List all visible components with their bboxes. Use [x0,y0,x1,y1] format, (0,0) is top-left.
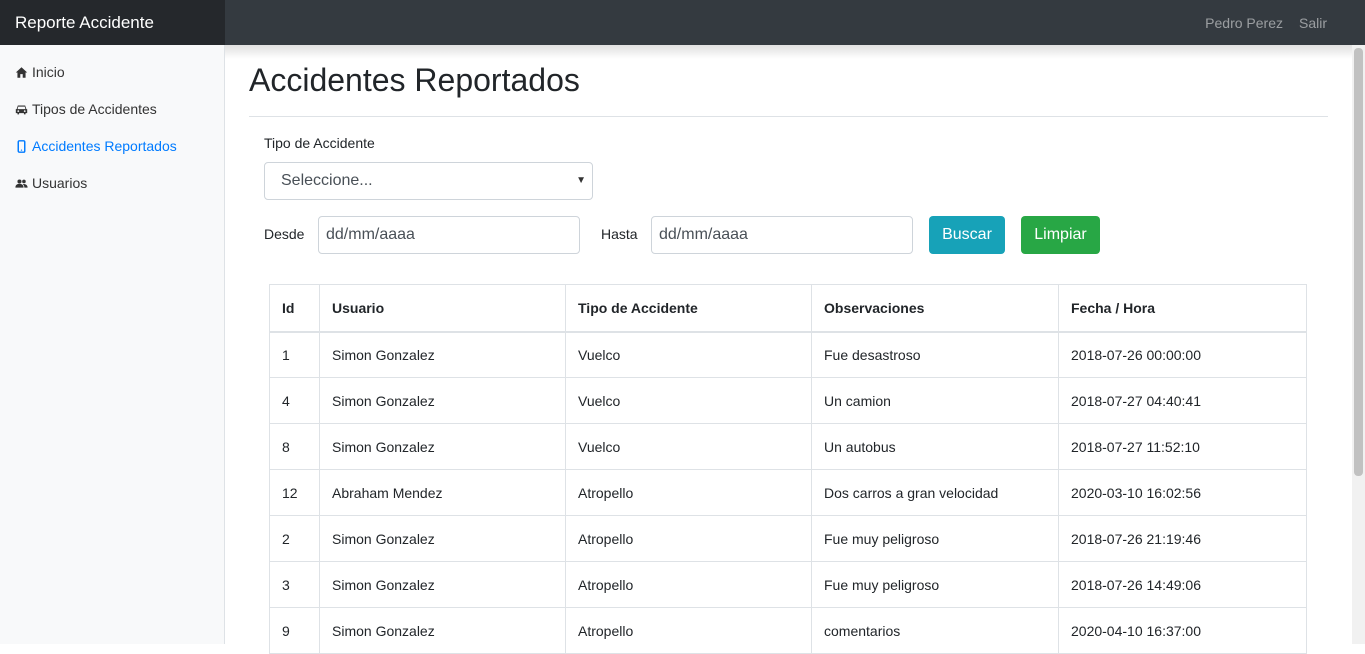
table-cell: Fue muy peligroso [811,561,1059,608]
table-cell: 9 [269,607,320,654]
brand[interactable]: Reporte Accidente [0,0,225,45]
logout-link[interactable]: Salir [1299,15,1327,31]
table-row: 12 Abraham Mendez Atropello Dos carros a… [269,469,1307,516]
accident-type-selected: Seleccione... [281,172,373,189]
table-cell: Dos carros a gran velocidad [811,469,1059,516]
sidebar-item-label: Inicio [32,64,65,80]
clear-button[interactable]: Limpiar [1021,216,1100,254]
table-cell: Simon Gonzalez [319,423,566,470]
page-scrollbar[interactable] [1352,45,1365,644]
table-cell: Simon Gonzalez [319,377,566,424]
sidebar-item-usuarios[interactable]: Usuarios [15,172,87,194]
top-navbar: Reporte Accidente Pedro Perez Salir [0,0,1365,45]
mobile-icon [15,139,28,153]
table-cell: Simon Gonzalez [319,515,566,562]
accidents-table-wrapper: Id Usuario Tipo de Accidente Observacion… [269,284,1307,654]
table-cell: Un autobus [811,423,1059,470]
table-cell: comentarios [811,607,1059,654]
user-link[interactable]: Pedro Perez [1205,15,1283,31]
table-header-row: Id Usuario Tipo de Accidente Observacion… [269,284,1307,333]
table-row: 4 Simon Gonzalez Vuelco Un camion 2018-0… [269,377,1307,424]
table-cell: 1 [269,331,320,378]
table-cell: 3 [269,561,320,608]
navbar-right: Pedro Perez Salir [1205,0,1327,45]
caret-down-icon: ▼ [576,175,586,186]
table-cell: Un camion [811,377,1059,424]
accident-type-select[interactable]: Seleccione... ▼ [264,162,593,200]
column-header: Fecha / Hora [1058,284,1307,333]
from-label: Desde [264,226,305,242]
table-cell: 12 [269,469,320,516]
column-header: Tipo de Accidente [565,284,812,333]
home-icon [15,66,28,79]
table-cell: 2018-07-26 21:19:46 [1058,515,1307,562]
table-cell: Simon Gonzalez [319,331,566,378]
table-cell: 2018-07-27 11:52:10 [1058,423,1307,470]
sidebar-item-label: Usuarios [32,175,88,191]
table-cell: Vuelco [565,377,812,424]
sidebar-item-inicio[interactable]: Inicio [15,61,65,83]
table-row: 3 Simon Gonzalez Atropello Fue muy pelig… [269,561,1307,608]
table-cell: Atropello [565,515,812,562]
table-cell: 2 [269,515,320,562]
divider [249,116,1328,117]
table-cell: Abraham Mendez [319,469,566,516]
column-header: Usuario [319,284,566,333]
page-title: Accidentes Reportados [249,62,580,98]
table-row: 9 Simon Gonzalez Atropello comentarios 2… [269,607,1307,654]
table-cell: Fue muy peligroso [811,515,1059,562]
to-date-input[interactable] [651,216,913,254]
table-cell: Atropello [565,561,812,608]
table-cell: Fue desastroso [811,331,1059,378]
column-header: Id [269,284,320,333]
table-row: 2 Simon Gonzalez Atropello Fue muy pelig… [269,515,1307,562]
table-cell: 8 [269,423,320,470]
sidebar-item-tipos[interactable]: Tipos de Accidentes [15,98,157,120]
table-cell: Vuelco [565,331,812,378]
search-button[interactable]: Buscar [929,216,1005,254]
sidebar-item-accidentes[interactable]: Accidentes Reportados [15,135,177,157]
car-icon [15,103,28,116]
table-cell: Atropello [565,469,812,516]
sidebar-item-label: Accidentes Reportados [32,138,177,154]
table-cell: Simon Gonzalez [319,607,566,654]
sidebar-item-label: Tipos de Accidentes [32,101,157,117]
scrollbar-thumb[interactable] [1354,48,1363,476]
from-date-input[interactable] [318,216,580,254]
table-cell: 2020-04-10 16:37:00 [1058,607,1307,654]
users-icon [15,177,28,190]
table-cell: Vuelco [565,423,812,470]
table-cell: 4 [269,377,320,424]
table-cell: Simon Gonzalez [319,561,566,608]
table-row: 1 Simon Gonzalez Vuelco Fue desastroso 2… [269,331,1307,378]
navbar-shadow [225,45,1352,59]
table-cell: 2020-03-10 16:02:56 [1058,469,1307,516]
table-cell: 2018-07-27 04:40:41 [1058,377,1307,424]
table-cell: 2018-07-26 14:49:06 [1058,561,1307,608]
table-cell: 2018-07-26 00:00:00 [1058,331,1307,378]
accidents-table: Id Usuario Tipo de Accidente Observacion… [269,284,1307,654]
to-label: Hasta [601,226,638,242]
accident-type-label: Tipo de Accidente [264,135,375,151]
sidebar: Inicio Tipos de Accidentes Accidentes Re… [0,45,225,644]
table-cell: Atropello [565,607,812,654]
column-header: Observaciones [811,284,1059,333]
table-row: 8 Simon Gonzalez Vuelco Un autobus 2018-… [269,423,1307,470]
